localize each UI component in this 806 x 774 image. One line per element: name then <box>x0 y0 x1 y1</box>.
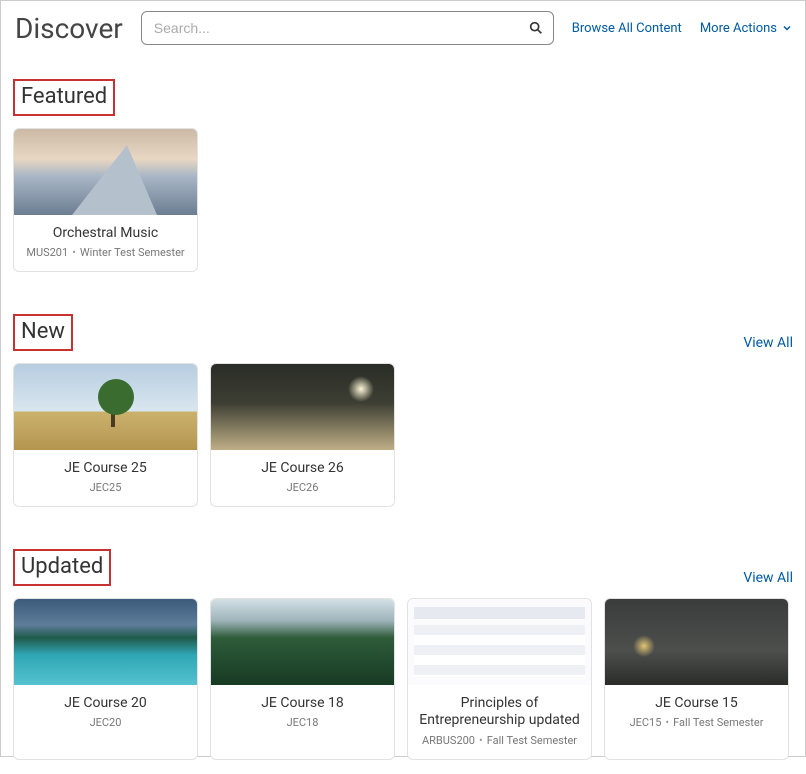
card-term: Winter Test Semester <box>80 246 185 259</box>
course-card[interactable]: JE Course 15 JEC15 Fall Test Semester <box>604 598 789 760</box>
cards-featured: Orchestral Music MUS201 Winter Test Semes… <box>13 128 793 273</box>
search-input[interactable] <box>141 11 554 45</box>
dot-separator <box>475 734 487 747</box>
course-card[interactable]: JE Course 25 JEC25 <box>13 363 198 508</box>
card-meta: ARBUS200 Fall Test Semester <box>416 734 583 747</box>
card-thumbnail <box>605 599 788 685</box>
view-all-link[interactable]: View All <box>743 335 793 351</box>
card-term: Fall Test Semester <box>673 716 763 729</box>
card-body: JE Course 25 JEC25 <box>14 450 197 507</box>
section-header: Featured <box>13 79 793 116</box>
section-header: Updated View All <box>13 549 793 586</box>
card-body: JE Course 15 JEC15 Fall Test Semester <box>605 685 788 742</box>
more-actions-button[interactable]: More Actions <box>700 21 793 36</box>
card-thumbnail <box>211 364 394 450</box>
card-title: JE Course 26 <box>219 460 386 478</box>
section-header: New View All <box>13 314 793 351</box>
course-card[interactable]: Principles of Entrepreneurship updated A… <box>407 598 592 760</box>
section-title-new: New <box>13 314 73 351</box>
card-code: JEC26 <box>287 481 319 494</box>
search-wrap <box>141 11 554 45</box>
more-actions-label: More Actions <box>700 21 777 36</box>
section-updated: Updated View All JE Course 20 JEC20 JE C… <box>1 521 805 774</box>
search-icon[interactable] <box>528 20 544 36</box>
card-body: JE Course 26 JEC26 <box>211 450 394 507</box>
card-body: Principles of Entrepreneurship updated A… <box>408 685 591 759</box>
card-code: JEC20 <box>90 716 122 729</box>
course-card[interactable]: Orchestral Music MUS201 Winter Test Semes… <box>13 128 198 273</box>
card-meta: MUS201 Winter Test Semester <box>22 246 189 259</box>
card-title: JE Course 15 <box>613 695 780 713</box>
card-title: JE Course 18 <box>219 695 386 713</box>
card-title: JE Course 25 <box>22 460 189 478</box>
page-title: Discover <box>15 12 123 45</box>
view-all-link[interactable]: View All <box>743 570 793 586</box>
cards-updated: JE Course 20 JEC20 JE Course 18 JEC18 Pr… <box>13 598 793 760</box>
card-thumbnail <box>14 599 197 685</box>
section-title-updated: Updated <box>13 549 111 586</box>
header: Discover Browse All Content More Actions <box>1 1 805 51</box>
course-card[interactable]: JE Course 18 JEC18 <box>210 598 395 760</box>
card-code: JEC25 <box>90 481 122 494</box>
card-code: MUS201 <box>26 246 68 259</box>
card-thumbnail <box>14 364 197 450</box>
section-title-featured: Featured <box>13 79 115 116</box>
card-body: JE Course 20 JEC20 <box>14 685 197 742</box>
card-meta: JEC15 Fall Test Semester <box>613 716 780 729</box>
card-meta: JEC18 <box>219 716 386 729</box>
card-term: Fall Test Semester <box>487 734 577 747</box>
card-meta: JEC26 <box>219 481 386 494</box>
card-code: ARBUS200 <box>422 734 475 747</box>
chevron-down-icon <box>781 22 793 34</box>
card-title: Orchestral Music <box>22 225 189 243</box>
cards-new: JE Course 25 JEC25 JE Course 26 JEC26 <box>13 363 793 508</box>
card-body: Orchestral Music MUS201 Winter Test Semes… <box>14 215 197 272</box>
card-title: JE Course 20 <box>22 695 189 713</box>
card-code: JEC18 <box>287 716 319 729</box>
course-card[interactable]: JE Course 26 JEC26 <box>210 363 395 508</box>
card-meta: JEC20 <box>22 716 189 729</box>
card-title: Principles of Entrepreneurship updated <box>416 695 583 730</box>
course-card[interactable]: JE Course 20 JEC20 <box>13 598 198 760</box>
card-body: JE Course 18 JEC18 <box>211 685 394 742</box>
browse-all-link[interactable]: Browse All Content <box>572 21 682 36</box>
card-code: JEC15 <box>630 716 662 729</box>
dot-separator <box>68 246 80 259</box>
section-featured: Featured Orchestral Music MUS201 Winter T… <box>1 51 805 286</box>
card-thumbnail <box>14 129 197 215</box>
card-meta: JEC25 <box>22 481 189 494</box>
section-new: New View All JE Course 25 JEC25 JE Cours… <box>1 286 805 521</box>
card-thumbnail <box>211 599 394 685</box>
card-thumbnail <box>408 599 591 685</box>
dot-separator <box>661 716 673 729</box>
